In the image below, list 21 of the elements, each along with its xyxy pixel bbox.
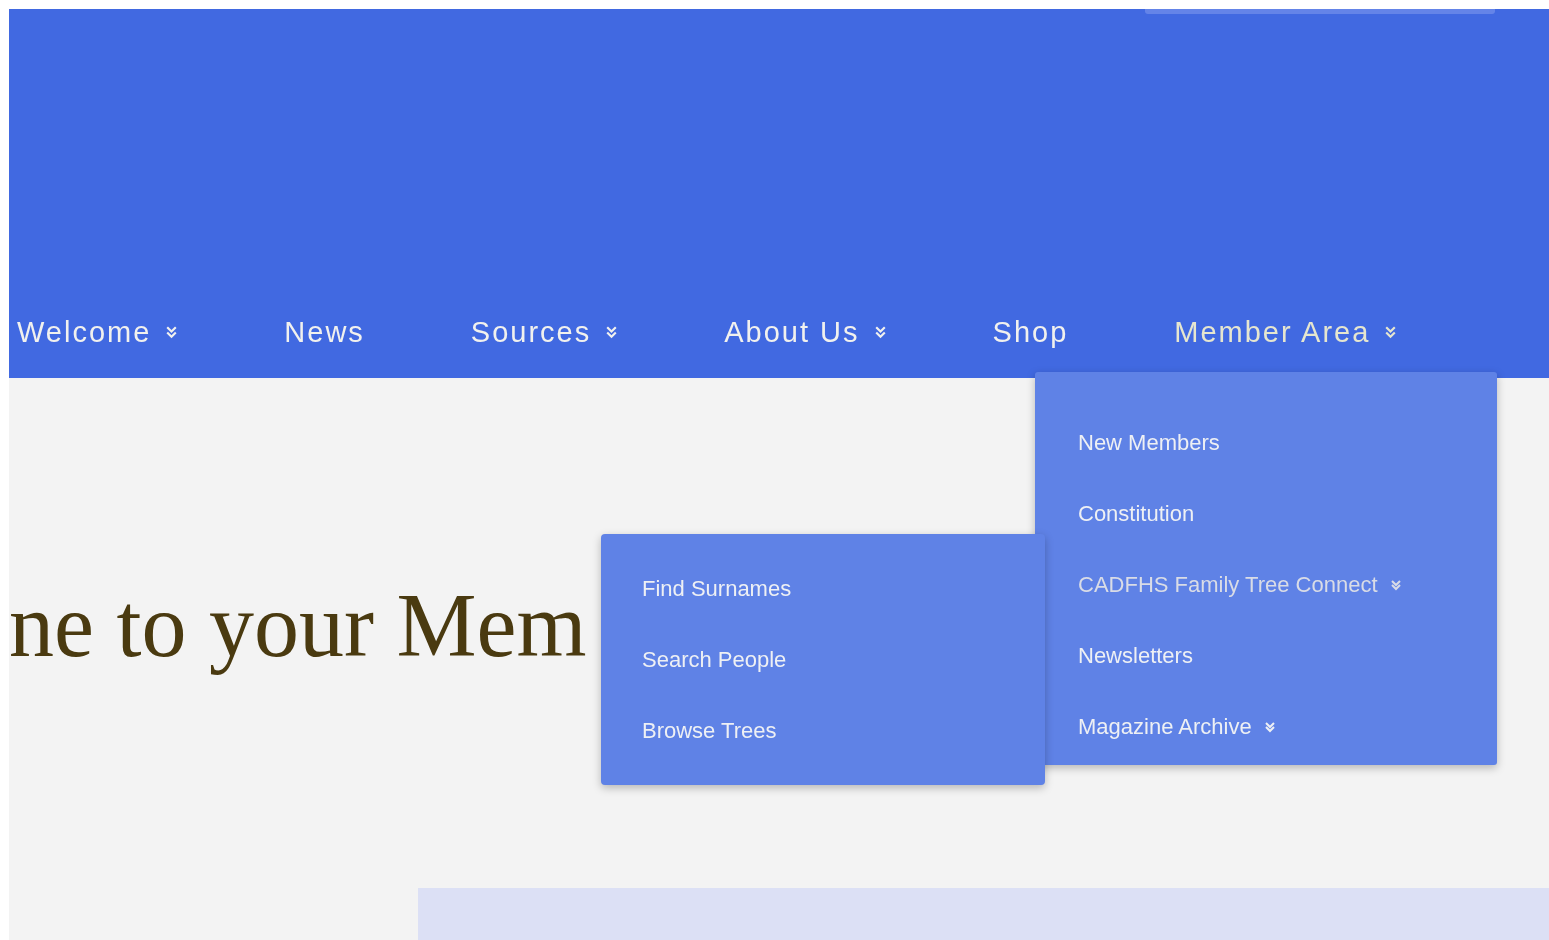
- nav-link[interactable]: About Us: [724, 315, 887, 349]
- nav-link[interactable]: News: [284, 315, 365, 349]
- menu-item[interactable]: Magazine Archive: [1049, 691, 1497, 762]
- chevron-icon: [1263, 719, 1276, 734]
- menu-item[interactable]: CADFHS Family Tree Connect: [1049, 549, 1497, 620]
- double-chevron-icon: [605, 324, 619, 340]
- menu-item[interactable]: Browse Trees: [601, 695, 1045, 766]
- double-chevron-icon: [1384, 324, 1398, 340]
- double-chevron-icon: [165, 324, 179, 340]
- chevron-icon: [1389, 577, 1402, 592]
- double-chevron-icon: [873, 324, 887, 340]
- nav-link[interactable]: Sources: [470, 315, 619, 349]
- menu-item[interactable]: New Members: [1049, 407, 1497, 478]
- menu-item[interactable]: Find Surnames: [601, 553, 1045, 624]
- menu-item[interactable]: Constitution: [1049, 478, 1497, 549]
- nav-link[interactable]: Shop: [992, 315, 1069, 349]
- nav-link[interactable]: Member Area: [1174, 315, 1398, 349]
- page-heading: ne to your Mem: [9, 575, 587, 677]
- menu-item[interactable]: Search People: [601, 624, 1045, 695]
- menu-item[interactable]: Newsletters: [1049, 620, 1497, 691]
- nav-link[interactable]: Welcome: [17, 315, 179, 349]
